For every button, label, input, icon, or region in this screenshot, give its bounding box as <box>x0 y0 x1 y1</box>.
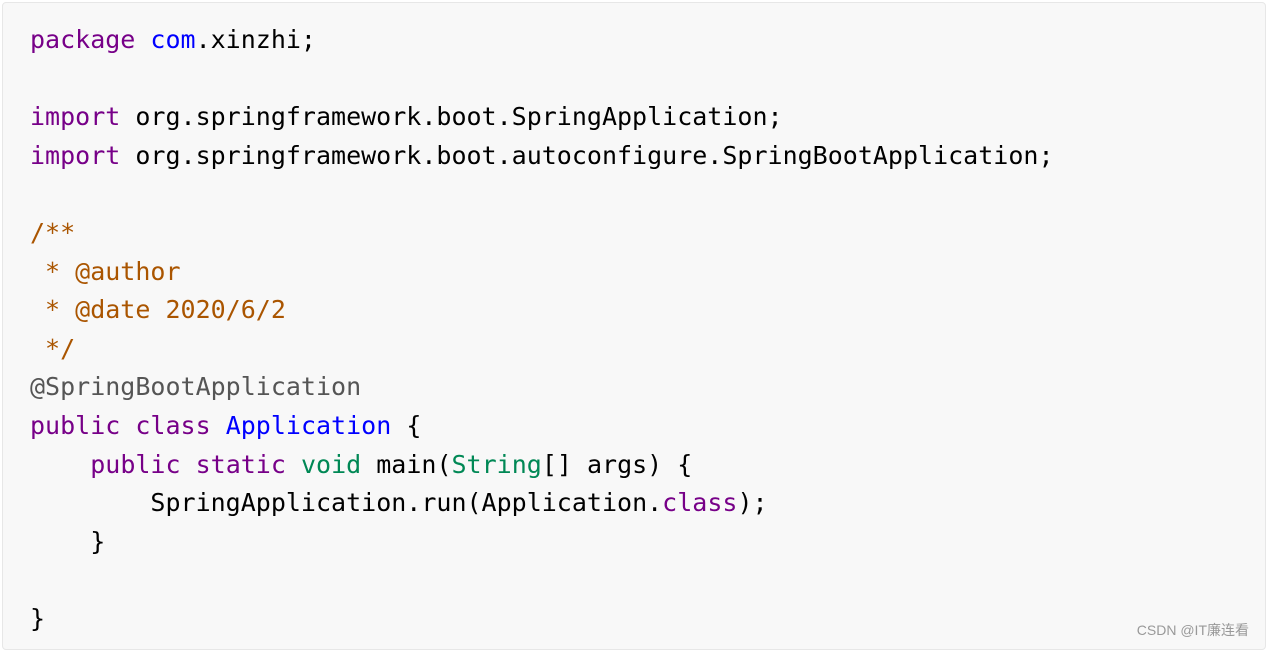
code-line-empty <box>30 60 1054 99</box>
code-line: } <box>30 523 1054 562</box>
keyword-token: import <box>30 102 121 132</box>
plain-token: ); <box>737 488 768 518</box>
type-token: String <box>451 449 542 479</box>
code-line: } <box>30 600 1054 639</box>
code-line: @SpringBootApplication <box>30 368 1054 407</box>
plain-token: { <box>391 410 422 440</box>
code-line: SpringApplication.run(Application.class)… <box>30 484 1054 523</box>
plain-token: } <box>30 603 46 633</box>
plain-token: } <box>30 526 106 556</box>
code-lines: package com.xinzhi; import org.springfra… <box>30 21 1054 639</box>
plain-token: org.springframework.boot.SpringApplicati… <box>120 102 783 132</box>
class-name-token: Application <box>225 410 392 440</box>
code-line: */ <box>30 330 1054 369</box>
keyword-token: class <box>662 488 738 518</box>
plain-token: main( <box>361 449 452 479</box>
annotation-token: @SpringBootApplication <box>30 372 362 402</box>
code-line: import org.springframework.boot.SpringAp… <box>30 98 1054 137</box>
package-name-token: com <box>150 25 196 54</box>
code-block: package com.xinzhi; import org.springfra… <box>2 2 1266 650</box>
code-line: public class Application { <box>30 407 1054 446</box>
code-line: * @author <box>30 253 1054 292</box>
code-line: public static void main(String[] args) { <box>30 446 1054 485</box>
code-line-empty <box>30 561 1054 600</box>
type-token: void <box>300 449 362 479</box>
comment-token: */ <box>30 333 76 363</box>
keyword-token: package <box>30 25 136 54</box>
keyword-token: import <box>30 140 121 170</box>
watermark: CSDN @IT廉连看 <box>1136 622 1249 638</box>
indent-token <box>30 488 150 517</box>
comment-token: * @author <box>30 256 181 286</box>
keyword-token: class <box>135 410 211 440</box>
plain-token: SpringApplication.run(Application. <box>150 488 663 518</box>
plain-token: .xinzhi; <box>195 25 316 54</box>
code-line: package com.xinzhi; <box>30 21 1054 60</box>
keyword-token: public <box>30 410 121 440</box>
code-line: /** <box>30 214 1054 253</box>
comment-token: /** <box>30 217 76 247</box>
keyword-token: public <box>90 449 181 479</box>
indent-token <box>30 450 90 479</box>
plain-token: [] args) { <box>541 449 693 479</box>
code-line: * @date 2020/6/2 <box>30 291 1054 330</box>
comment-token: * @date 2020/6/2 <box>30 295 286 325</box>
keyword-token: static <box>195 449 286 479</box>
code-line-empty <box>30 175 1054 214</box>
code-line: import org.springframework.boot.autoconf… <box>30 137 1054 176</box>
plain-token: org.springframework.boot.autoconfigure.S… <box>120 140 1054 170</box>
